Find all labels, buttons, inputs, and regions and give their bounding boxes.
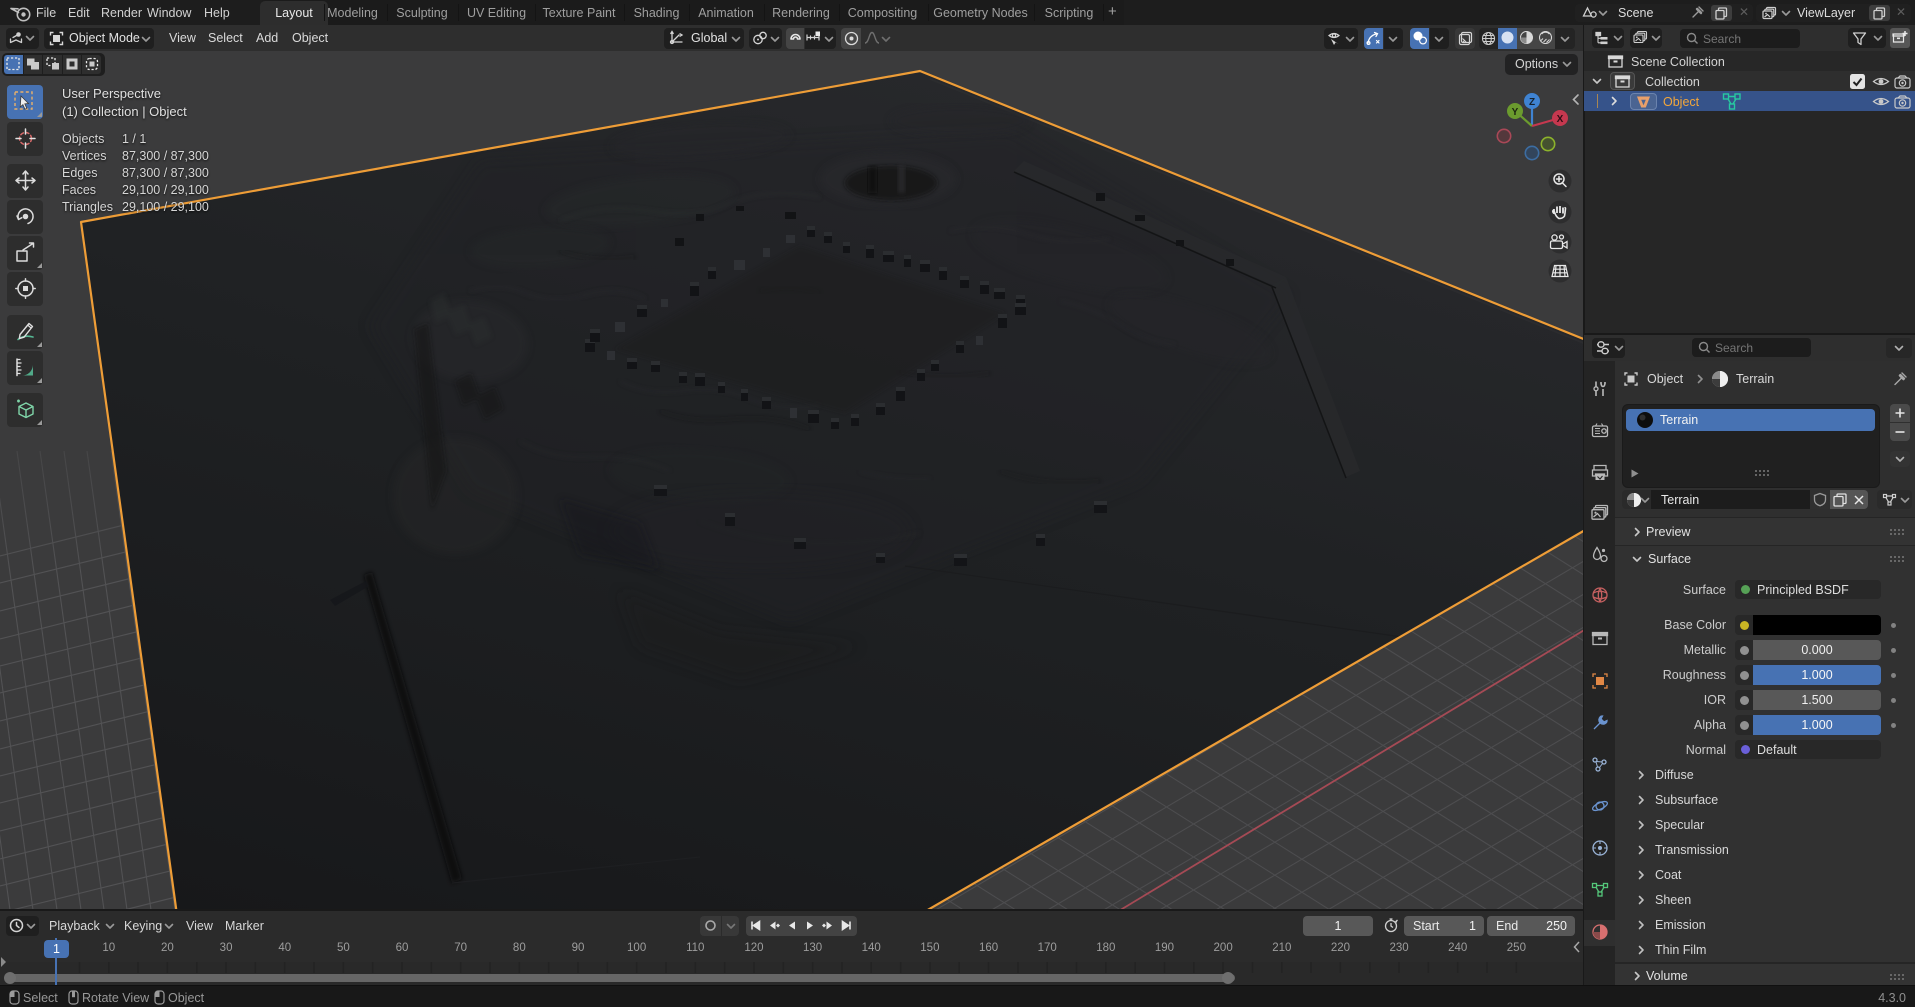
svg-text:Y: Y	[1512, 107, 1519, 118]
svg-text:X: X	[1557, 114, 1564, 125]
svg-text:Z: Z	[1529, 97, 1535, 108]
